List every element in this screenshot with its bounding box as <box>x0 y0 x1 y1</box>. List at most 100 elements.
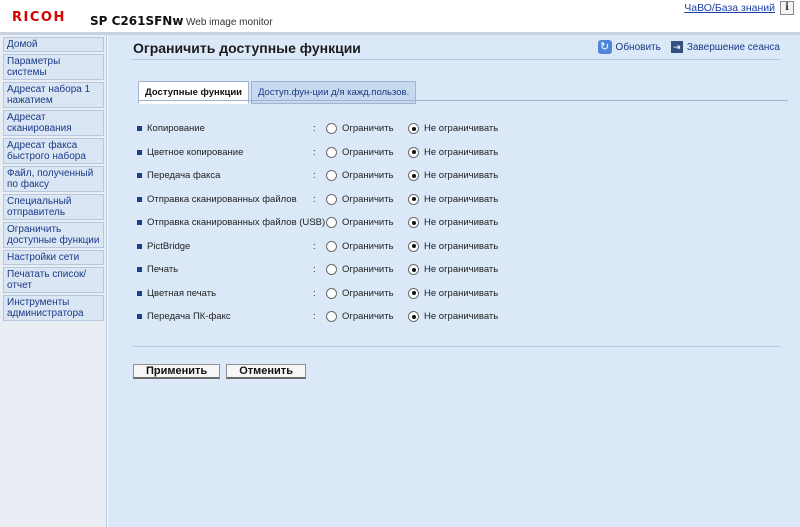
bullet-icon <box>137 149 142 155</box>
restrict-radio[interactable] <box>326 193 337 205</box>
refresh-button[interactable]: ↻ Обновить <box>597 40 661 54</box>
function-row: Передача факса: Ограничить Не ограничивать <box>108 165 800 189</box>
sidebar-nav: Домой Параметры системы Адресат набора 1… <box>3 37 104 323</box>
logout-label: Завершение сеанса <box>686 41 780 53</box>
unrestricted-option-label: Не ограничивать <box>424 146 499 158</box>
label-colon: : <box>313 123 316 134</box>
form-buttons: Применить Отменить <box>133 364 306 379</box>
restrict-option-label: Ограничить <box>342 170 394 181</box>
sidebar-item-restrict-functions[interactable]: Ограничить доступные функции <box>3 222 104 248</box>
logout-icon: ⇥ <box>670 41 683 53</box>
header: RICOH SP C261SFNw Web image monitor ЧаВО… <box>0 0 800 33</box>
unrestricted-radio[interactable] <box>408 193 419 205</box>
sidebar-item-fax-received-file[interactable]: Файл, полученный по факсу <box>3 166 104 192</box>
function-label: Копирование <box>147 123 205 134</box>
main-panel: Ограничить доступные функции ↻ Обновить … <box>108 35 800 527</box>
restrict-radio[interactable] <box>326 146 337 158</box>
function-list: Копирование: Ограничить Не ограничивать Цве… <box>108 118 800 330</box>
bullet-icon <box>137 267 142 272</box>
sidebar-item-network-settings[interactable]: Настройки сети <box>3 250 104 265</box>
sidebar-item-print-list[interactable]: Печатать список/отчет <box>3 267 104 293</box>
function-label: Цветная печать <box>147 287 217 299</box>
unrestricted-radio[interactable] <box>408 240 419 252</box>
bullet-icon <box>137 173 142 178</box>
function-row: Отправка сканированных файлов: Ограничить… <box>108 189 800 213</box>
unrestricted-radio[interactable] <box>408 287 419 299</box>
page-title: Ограничить доступные функции <box>133 40 361 56</box>
form-divider <box>133 346 781 347</box>
unrestricted-option-label: Не ограничивать <box>424 264 499 275</box>
restrict-option-label: Ограничить <box>342 123 394 134</box>
sidebar-item-admin-tools[interactable]: Инструменты администратора <box>3 295 104 321</box>
function-label: Передача ПК-факс <box>147 311 231 322</box>
unrestricted-radio[interactable] <box>408 146 419 158</box>
tab-underline <box>138 100 788 101</box>
unrestricted-radio[interactable] <box>408 170 419 181</box>
function-label: PictBridge <box>147 240 191 252</box>
restrict-option-label: Ограничить <box>342 311 394 322</box>
faq-link[interactable]: ЧаВО/База знаний <box>684 2 775 14</box>
logout-button[interactable]: ⇥ Завершение сеанса <box>670 41 780 53</box>
label-colon: : <box>313 170 316 181</box>
unrestricted-option-label: Не ограничивать <box>424 240 499 252</box>
info-icon[interactable]: i <box>780 1 794 15</box>
title-divider <box>131 59 781 60</box>
label-colon: : <box>313 217 316 228</box>
sidebar-item-system-settings[interactable]: Параметры системы <box>3 54 104 80</box>
restrict-option-label: Ограничить <box>342 287 394 299</box>
bullet-icon <box>137 290 142 296</box>
restrict-radio[interactable] <box>326 287 337 299</box>
label-colon: : <box>313 193 316 205</box>
bullet-icon <box>137 314 142 319</box>
unrestricted-option-label: Не ограничивать <box>424 217 499 228</box>
unrestricted-option-label: Не ограничивать <box>424 193 499 205</box>
function-label: Печать <box>147 264 179 275</box>
function-label: Отправка сканированных файлов <box>147 193 297 205</box>
restrict-option-label: Ограничить <box>342 193 394 205</box>
label-colon: : <box>313 264 316 275</box>
header-actions: ↻ Обновить ⇥ Завершение сеанса <box>597 40 780 54</box>
cancel-button[interactable]: Отменить <box>226 364 306 379</box>
sidebar-item-fax-speed-dial[interactable]: Адресат факса быстрого набора <box>3 138 104 164</box>
unrestricted-radio[interactable] <box>408 123 419 134</box>
restrict-radio[interactable] <box>326 311 337 322</box>
restrict-radio[interactable] <box>326 240 337 252</box>
function-label: Отправка сканированных файлов (USB) <box>147 217 326 228</box>
label-colon: : <box>313 287 316 299</box>
restrict-option-label: Ограничить <box>342 146 394 158</box>
function-label: Передача факса <box>147 170 221 181</box>
sidebar-item-home[interactable]: Домой <box>3 37 104 52</box>
unrestricted-radio[interactable] <box>408 264 419 275</box>
function-row: Цветная печать: Ограничить Не ограничивать <box>108 283 800 307</box>
function-row: PictBridge: Ограничить Не ограничивать <box>108 236 800 260</box>
unrestricted-radio[interactable] <box>408 311 419 322</box>
unrestricted-radio[interactable] <box>408 217 419 228</box>
restrict-radio[interactable] <box>326 123 337 134</box>
apply-button[interactable]: Применить <box>133 364 221 379</box>
sidebar-item-one-touch-destination[interactable]: Адресат набора 1 нажатием <box>3 82 104 108</box>
function-row: Копирование: Ограничить Не ограничивать <box>108 118 800 142</box>
bullet-icon <box>137 126 142 131</box>
app-subtitle: Web image monitor <box>186 17 273 28</box>
ricoh-logo: RICOH <box>12 10 66 25</box>
restrict-radio[interactable] <box>326 264 337 275</box>
restrict-radio[interactable] <box>326 170 337 181</box>
unrestricted-option-label: Не ограничивать <box>424 311 499 322</box>
function-row: Отправка сканированных файлов (USB): Огра… <box>108 212 800 236</box>
bullet-icon <box>137 243 142 249</box>
unrestricted-option-label: Не ограничивать <box>424 123 499 134</box>
bullet-icon <box>137 196 142 202</box>
function-label: Цветное копирование <box>147 146 244 158</box>
function-row: Печать: Ограничить Не ограничивать <box>108 259 800 283</box>
sidebar-item-scan-destination[interactable]: Адресат сканирования <box>3 110 104 136</box>
sidebar: Домой Параметры системы Адресат набора 1… <box>0 35 107 527</box>
restrict-radio[interactable] <box>326 217 337 228</box>
unrestricted-option-label: Не ограничивать <box>424 287 499 299</box>
label-colon: : <box>313 311 316 322</box>
function-row: Цветное копирование: Ограничить Не огранич… <box>108 142 800 166</box>
restrict-option-label: Ограничить <box>342 217 394 228</box>
function-row: Передача ПК-факс: Ограничить Не ограничива… <box>108 306 800 330</box>
label-colon: : <box>313 240 316 252</box>
sidebar-item-special-sender[interactable]: Специальный отправитель <box>3 194 104 220</box>
label-colon: : <box>313 146 316 158</box>
